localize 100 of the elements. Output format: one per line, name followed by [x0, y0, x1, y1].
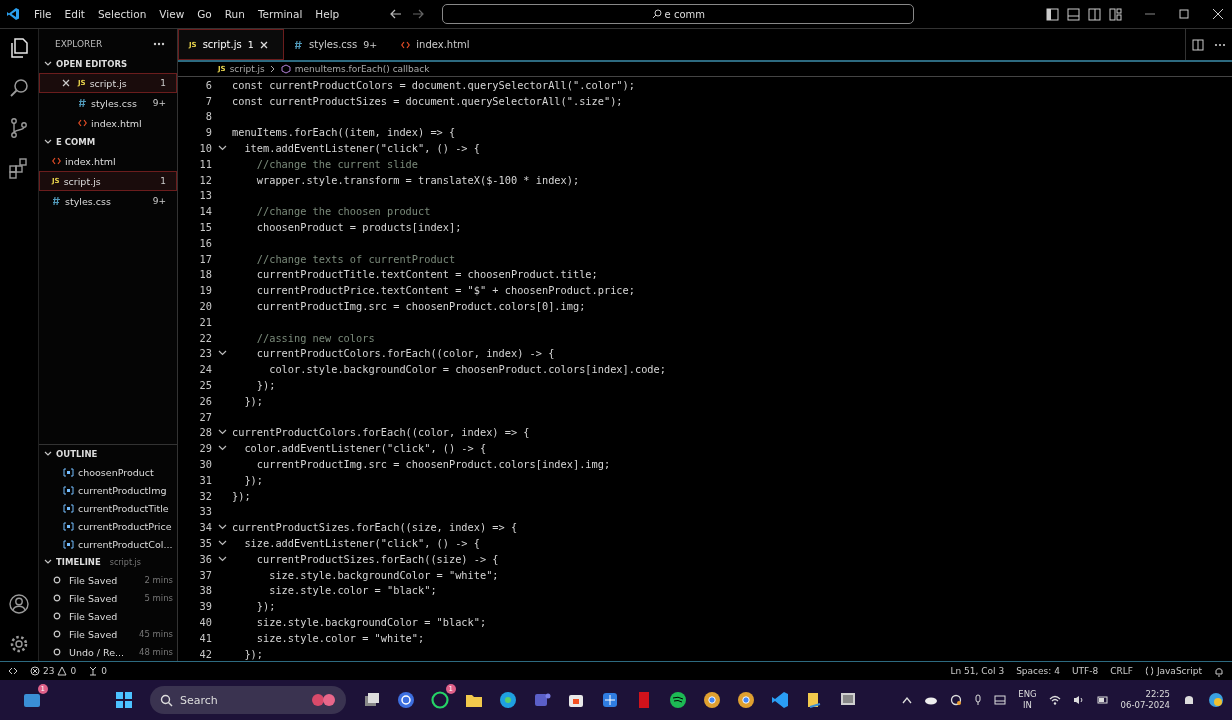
editor-tab[interactable]: styles.css 9+	[284, 29, 392, 60]
timeline-item[interactable]: Undo / Re... 48 mins	[39, 643, 177, 661]
error-icon	[30, 666, 40, 676]
language-mode[interactable]: JavaScript	[1144, 666, 1202, 676]
menu-item[interactable]: Terminal	[257, 8, 303, 20]
browser-icon[interactable]	[702, 690, 722, 710]
explorer-tree-entry[interactable]: index.html	[39, 151, 177, 171]
outline-item[interactable]: currentProductCol...	[39, 535, 177, 553]
start-button[interactable]	[114, 690, 134, 710]
sync-icon[interactable]	[950, 694, 963, 706]
line-number: 18	[198, 268, 212, 281]
speaker-icon[interactable]	[1072, 695, 1085, 705]
notification-icon[interactable]	[1182, 693, 1196, 707]
colorful-app-icon[interactable]	[1208, 692, 1224, 708]
forward-arrow-icon[interactable]	[412, 9, 425, 19]
microphone-icon[interactable]	[974, 694, 983, 706]
source-control-icon[interactable]	[8, 117, 30, 139]
code-line: menuItems.forEach((item, index) => {	[232, 126, 456, 139]
ports-indicator[interactable]: 0	[88, 666, 107, 676]
close-icon[interactable]	[1212, 8, 1224, 20]
fold-chevron-icon[interactable]	[217, 444, 227, 453]
line-number: 21	[198, 315, 212, 328]
bell-icon[interactable]	[1214, 665, 1224, 677]
menu-item[interactable]: View	[159, 8, 185, 20]
status-item[interactable]: Ln 51, Col 3	[950, 666, 1005, 676]
menu-item[interactable]: Selection	[97, 8, 147, 20]
open-editor-entry[interactable]: styles.css 9+	[39, 93, 177, 113]
code-line: wrapper.style.transform = translateX($-100 * index);	[255, 173, 580, 186]
outline-item[interactable]: currentProductPrice	[39, 517, 177, 535]
status-item[interactable]: CRLF	[1110, 666, 1133, 676]
section-header[interactable]: E COMM	[39, 133, 177, 151]
settings-icon[interactable]	[8, 633, 30, 655]
code-line: currentProductTitle.textContent = choosenProduct.title;	[255, 268, 598, 281]
search-icon[interactable]	[8, 77, 30, 99]
section-header[interactable]: TIMELINE script.js	[39, 553, 177, 571]
app-grid-icon[interactable]	[600, 690, 620, 710]
fold-chevron-icon[interactable]	[217, 554, 227, 563]
outline-item[interactable]: choosenProduct	[39, 463, 177, 481]
outline-item[interactable]: currentProductTitle	[39, 499, 177, 517]
code-line: currentProductImg.src = choosenProduct.colors[index].img;	[255, 458, 611, 470]
more-icon[interactable]	[153, 42, 165, 46]
command-center-field[interactable]: e comm	[442, 4, 915, 24]
menu-item[interactable]: Go	[197, 8, 212, 20]
files-icon[interactable]	[8, 37, 30, 59]
taskbar-search-field[interactable]: Search	[150, 686, 346, 714]
close-icon[interactable]	[62, 79, 70, 87]
fold-chevron-icon[interactable]	[217, 539, 227, 547]
restore-icon[interactable]	[1178, 8, 1190, 20]
code-comment: //change the current slide	[255, 157, 418, 170]
battery-icon[interactable]	[1096, 695, 1109, 705]
line-number: 36	[198, 552, 212, 565]
close-icon[interactable]	[259, 40, 268, 49]
browser-icon[interactable]	[498, 690, 518, 710]
code-line: currentProductColors.forEach((color, index) -> {	[255, 347, 555, 360]
menu-item[interactable]: Edit	[64, 8, 85, 20]
fold-chevron-icon[interactable]	[217, 428, 227, 437]
clock[interactable]: 22:25 06-07-2024	[1120, 689, 1170, 711]
fold-chevron-icon[interactable]	[217, 349, 227, 358]
circle-icon	[53, 594, 61, 602]
toggle-sidebar-icon[interactable]	[1046, 7, 1059, 21]
cloud-icon[interactable]	[924, 695, 939, 705]
back-arrow-icon[interactable]	[390, 9, 403, 19]
fold-chevron-icon[interactable]	[217, 144, 227, 153]
explorer-tree-entry[interactable]: styles.css 9+	[39, 191, 177, 211]
breadcrumb-item[interactable]: script.js	[229, 64, 265, 74]
remote-icon[interactable]	[8, 666, 18, 676]
menu-item[interactable]: Run	[224, 8, 245, 20]
layout-icon[interactable]	[1109, 7, 1122, 21]
wifi-icon[interactable]	[1048, 695, 1061, 705]
input-language-indicator[interactable]: ENG IN	[1018, 689, 1037, 711]
section-header[interactable]: OPEN EDITORS	[39, 55, 177, 73]
split-editor-icon[interactable]	[1192, 38, 1204, 51]
outline-item[interactable]: currentProductImg	[39, 481, 177, 499]
problems-indicator[interactable]: 23 0	[30, 666, 77, 676]
code-editor-icon[interactable]	[770, 690, 790, 710]
menu-item[interactable]: File	[34, 8, 52, 20]
editor-tab[interactable]: index.html	[391, 29, 496, 60]
timeline-item[interactable]: File Saved 45 mins	[39, 625, 177, 643]
more-icon[interactable]	[1214, 42, 1226, 47]
timeline-item[interactable]: File Saved	[39, 607, 177, 625]
status-item[interactable]: Spaces: 4	[1016, 666, 1060, 676]
toggle-panel-icon[interactable]	[1067, 7, 1080, 21]
tablet-icon[interactable]	[994, 695, 1007, 705]
timeline-item[interactable]: File Saved 2 mins	[39, 571, 177, 589]
timeline-item[interactable]: File Saved 5 mins	[39, 589, 177, 607]
menu-item[interactable]: Help	[315, 8, 340, 20]
caret-up-icon[interactable]	[902, 696, 913, 704]
extensions-icon[interactable]	[8, 157, 30, 179]
status-item[interactable]: UTF-8	[1071, 666, 1099, 676]
braces-icon	[1144, 666, 1154, 676]
music-app-icon[interactable]	[668, 690, 688, 710]
open-editor-entry[interactable]: index.html	[39, 113, 177, 133]
account-icon[interactable]	[8, 593, 30, 615]
toggle-secondary-sidebar-icon[interactable]	[1088, 7, 1101, 21]
breadcrumb-item[interactable]: menuItems.forEach() callback	[294, 64, 430, 74]
fold-chevron-icon[interactable]	[217, 523, 227, 532]
chat-bubble-icon[interactable]	[430, 690, 450, 710]
circular-arrows-icon[interactable]	[396, 690, 416, 710]
browser-icon[interactable]	[736, 690, 756, 710]
section-header[interactable]: OUTLINE	[39, 445, 177, 463]
